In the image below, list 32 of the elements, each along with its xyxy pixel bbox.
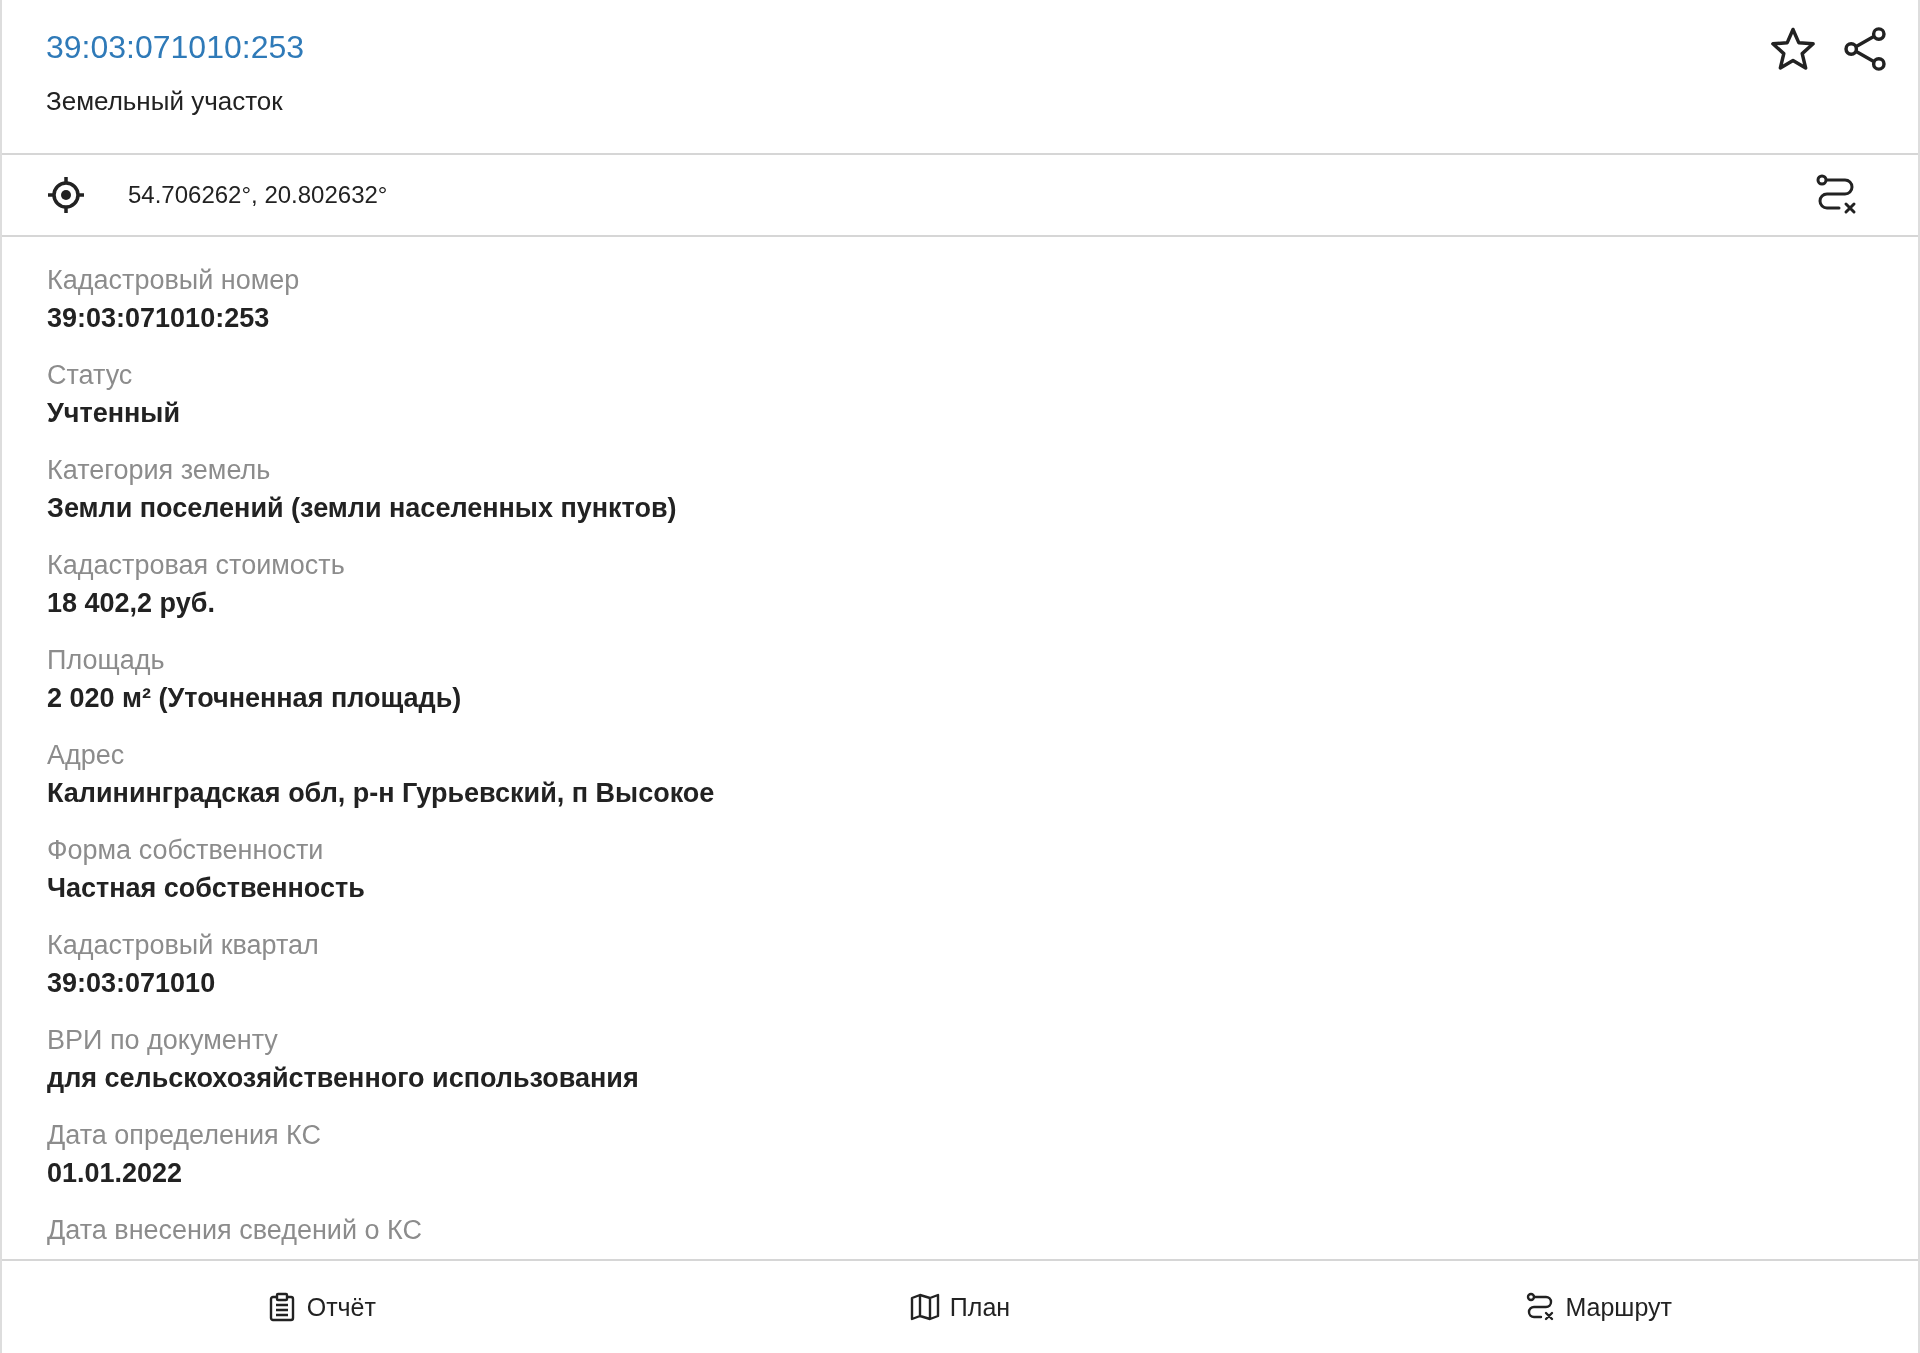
coordinates-text: 54.706262°, 20.802632° (128, 181, 389, 209)
field-label: Дата внесения сведений о КС (47, 1214, 423, 1247)
cadastral-number-link[interactable]: 39:03:071010:253 (46, 26, 305, 68)
field-value: 2 020 м² (Уточненная площадь) (47, 682, 463, 715)
object-type: Земельный участок (46, 85, 284, 118)
field-value: 18 402,2 руб. (47, 587, 216, 620)
field-value: 01.01.2022 (47, 1157, 184, 1190)
field-value: Земли поселений (земли населенных пунктов) (47, 492, 678, 525)
field-value: для сельскохозяйственного использования (47, 1062, 640, 1095)
field-label: Кадастровая стоимость (47, 549, 346, 582)
field-value: 39:03:071010 (47, 967, 217, 1000)
location-target-icon[interactable] (46, 175, 86, 215)
star-icon[interactable] (1770, 26, 1816, 72)
share-icon[interactable] (1842, 26, 1888, 72)
route-icon (1525, 1292, 1556, 1322)
field-label: Кадастровый номер (47, 264, 301, 297)
map-icon (909, 1292, 940, 1322)
field-label: Дата определения КС (47, 1119, 323, 1152)
field-label: Кадастровый квартал (47, 929, 320, 962)
field-value: Учтенный (47, 397, 181, 430)
field-label: Форма собственности (47, 834, 325, 867)
field-label: Адрес (47, 739, 126, 772)
field-value: 39:03:071010:253 (47, 302, 271, 335)
route-button[interactable]: Маршрут (1279, 1292, 1918, 1322)
report-button[interactable]: Отчёт (2, 1292, 641, 1322)
field-value: Калининградская обл, р-н Гурьевский, п Высокое (47, 777, 716, 810)
field-label: Категория земель (47, 454, 272, 487)
plan-button[interactable]: План (640, 1292, 1280, 1322)
field-label: ВРИ по документу (47, 1024, 279, 1057)
field-value: Частная собственность (47, 872, 366, 905)
field-label: Площадь (47, 644, 166, 677)
field-label: Статус (47, 359, 134, 392)
